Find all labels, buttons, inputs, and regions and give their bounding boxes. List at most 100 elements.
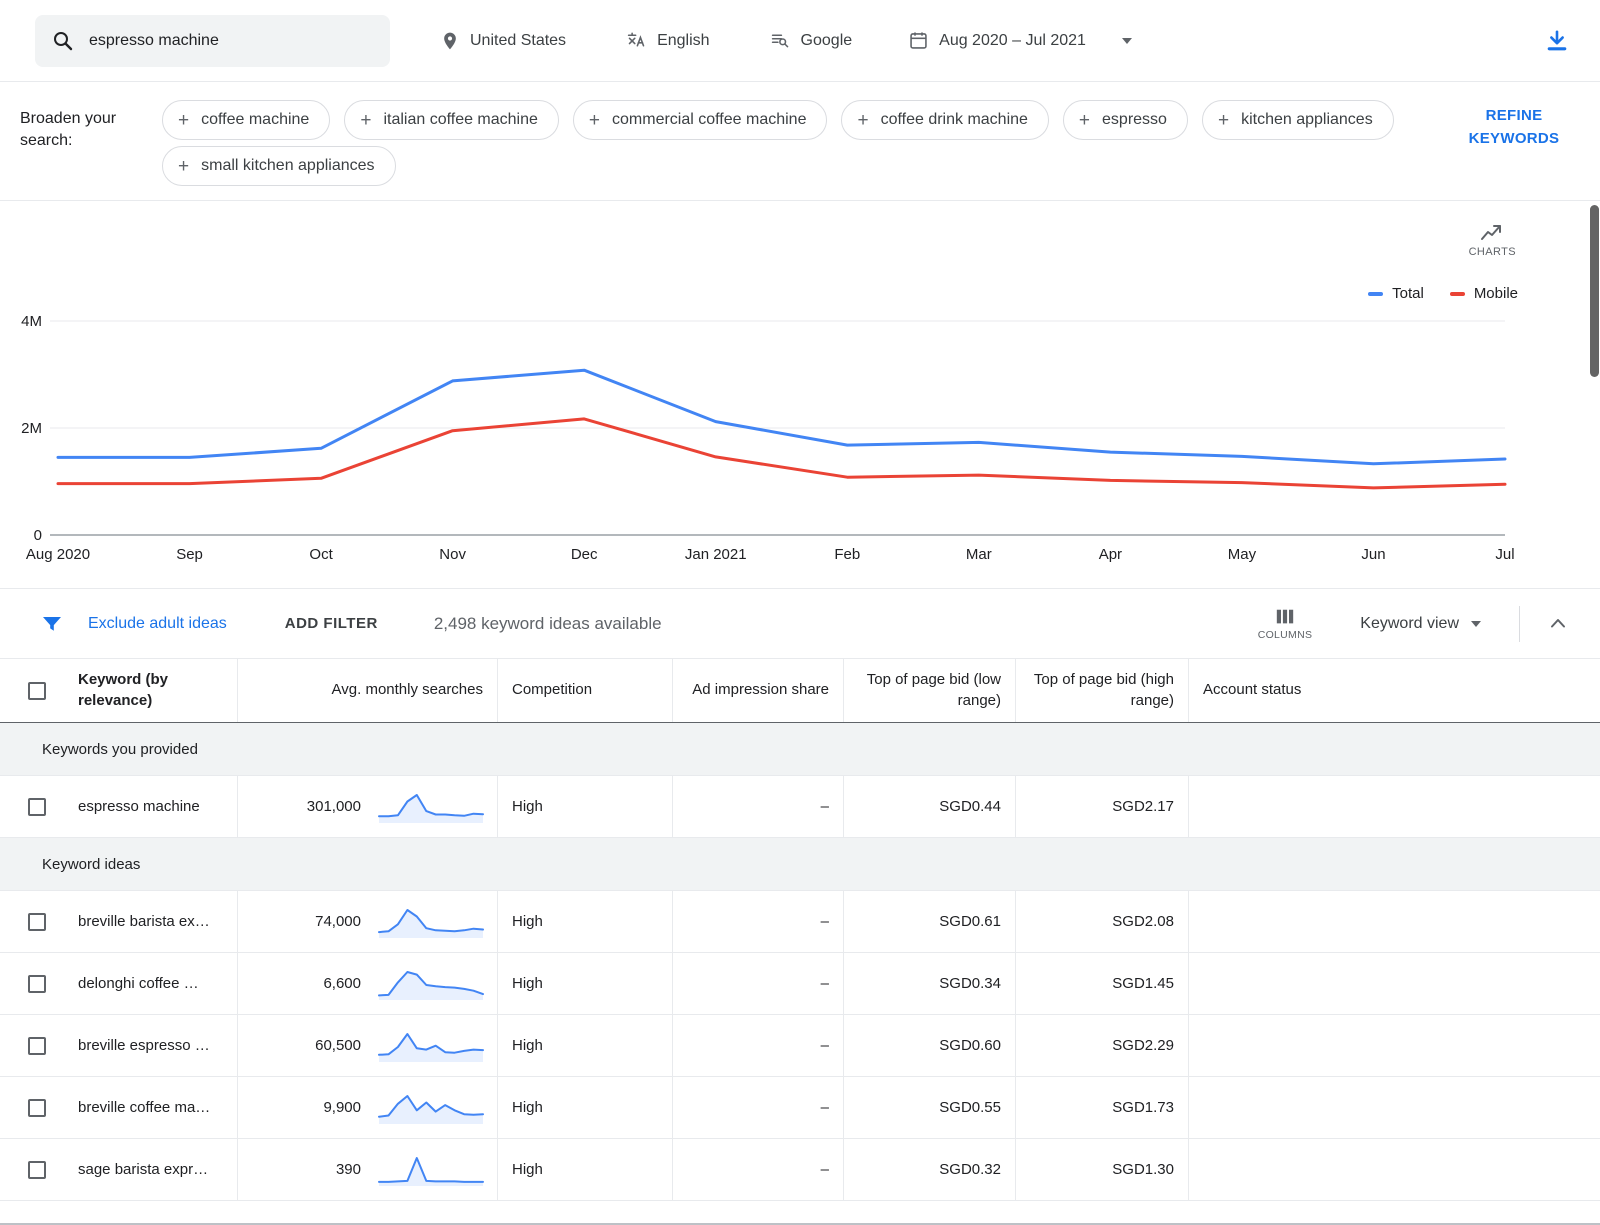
plus-icon: +: [360, 111, 371, 130]
ad-impression-cell: –: [672, 891, 843, 952]
keyword-table: Keyword (by relevance) Avg. monthly sear…: [0, 659, 1600, 1201]
translate-icon: [626, 30, 647, 51]
row-checkbox[interactable]: [28, 1161, 46, 1179]
svg-text:2M: 2M: [21, 420, 42, 437]
svg-text:Feb: Feb: [834, 546, 860, 563]
svg-text:Nov: Nov: [439, 546, 466, 563]
bid-low-cell: SGD0.60: [843, 1015, 1015, 1076]
refine-keywords-button[interactable]: REFINE KEYWORDS: [1458, 100, 1570, 151]
view-selector[interactable]: Keyword view: [1360, 615, 1481, 633]
language-value: English: [657, 32, 709, 50]
table-section-header: Keyword ideas: [0, 838, 1600, 891]
account-status-cell: [1188, 891, 1600, 952]
chevron-down-icon: [1471, 621, 1481, 627]
trend-arrow-icon: [1479, 221, 1505, 243]
bid-low-cell: SGD0.34: [843, 953, 1015, 1014]
search-network-icon: [770, 30, 791, 51]
row-checkbox[interactable]: [28, 975, 46, 993]
account-status-cell: [1188, 776, 1600, 837]
legend-swatch: [1368, 292, 1383, 296]
exclude-adult-ideas-link[interactable]: Exclude adult ideas: [88, 615, 227, 633]
keyword-cell: delonghi coffee …: [58, 953, 237, 1014]
collapse-button[interactable]: [1546, 612, 1570, 636]
search-icon: [51, 29, 75, 53]
charts-toggle-button[interactable]: CHARTS: [1469, 221, 1516, 258]
table-row: delonghi coffee …6,600High–SGD0.34SGD1.4…: [0, 953, 1600, 1015]
broaden-chips: +coffee machine +italian coffee machine +c…: [162, 100, 1440, 186]
keyword-table-body: Keywords you providedespresso machine301…: [0, 723, 1600, 1201]
row-checkbox[interactable]: [28, 1037, 46, 1055]
col-ad-impression-share: Ad impression share: [672, 659, 843, 722]
trend-sparkline: [375, 1088, 487, 1128]
download-button[interactable]: [1544, 28, 1570, 54]
columns-button[interactable]: COLUMNS: [1258, 607, 1313, 641]
legend-label: Mobile: [1474, 285, 1518, 302]
svg-text:Oct: Oct: [309, 546, 333, 563]
svg-text:Sep: Sep: [176, 546, 203, 563]
table-section-header: Keywords you provided: [0, 723, 1600, 776]
col-competition: Competition: [497, 659, 672, 722]
account-status-cell: [1188, 1015, 1600, 1076]
table-row: breville barista ex…74,000High–SGD0.61SG…: [0, 891, 1600, 953]
plus-icon: +: [1079, 111, 1090, 130]
charts-label: CHARTS: [1469, 246, 1516, 258]
legend-swatch: [1450, 292, 1465, 296]
broaden-chip[interactable]: +italian coffee machine: [344, 100, 559, 140]
location-selector[interactable]: United States: [440, 31, 566, 51]
svg-text:May: May: [1228, 546, 1257, 563]
bid-low-cell: SGD0.61: [843, 891, 1015, 952]
table-row: espresso machine301,000High–SGD0.44SGD2.…: [0, 776, 1600, 838]
legend-item-total[interactable]: Total: [1368, 285, 1424, 302]
broaden-chip[interactable]: +small kitchen appliances: [162, 146, 396, 186]
legend-item-mobile[interactable]: Mobile: [1450, 285, 1518, 302]
plus-icon: +: [178, 111, 189, 130]
add-filter-button[interactable]: ADD FILTER: [285, 615, 378, 632]
avg-searches-cell: 6,600: [237, 953, 497, 1014]
bid-high-cell: SGD2.08: [1015, 891, 1188, 952]
broaden-chip[interactable]: +coffee machine: [162, 100, 330, 140]
svg-text:Mar: Mar: [966, 546, 992, 563]
filter-funnel-icon[interactable]: [40, 612, 64, 636]
ad-impression-cell: –: [672, 1139, 843, 1200]
ad-impression-cell: –: [672, 953, 843, 1014]
broaden-chip[interactable]: +kitchen appliances: [1202, 100, 1394, 140]
ad-impression-cell: –: [672, 776, 843, 837]
date-range-selector[interactable]: Aug 2020 – Jul 2021: [908, 30, 1132, 51]
plus-icon: +: [857, 111, 868, 130]
bid-low-cell: SGD0.32: [843, 1139, 1015, 1200]
competition-cell: High: [497, 1015, 672, 1076]
select-all-checkbox[interactable]: [28, 682, 46, 700]
avg-searches-cell: 390: [237, 1139, 497, 1200]
svg-text:Dec: Dec: [571, 546, 598, 563]
chip-label: small kitchen appliances: [201, 157, 374, 175]
keyword-planner-app: United States English: [0, 0, 1600, 1201]
table-row: breville espresso …60,500High–SGD0.60SGD…: [0, 1015, 1600, 1077]
competition-cell: High: [497, 776, 672, 837]
keyword-search-box[interactable]: [35, 15, 390, 67]
row-checkbox[interactable]: [28, 1099, 46, 1117]
language-selector[interactable]: English: [626, 30, 709, 51]
row-checkbox[interactable]: [28, 913, 46, 931]
col-top-bid-low: Top of page bid (low range): [843, 659, 1015, 722]
avg-searches-cell: 301,000: [237, 776, 497, 837]
competition-cell: High: [497, 891, 672, 952]
bid-high-cell: SGD1.73: [1015, 1077, 1188, 1138]
trend-chart-svg: 02M4MAug 2020SepOctNovDecJan 2021FebMarA…: [0, 301, 1560, 591]
col-account-status: Account status: [1188, 659, 1600, 722]
ad-impression-cell: –: [672, 1015, 843, 1076]
broaden-chip[interactable]: +coffee drink machine: [841, 100, 1048, 140]
table-header-row: Keyword (by relevance) Avg. monthly sear…: [0, 659, 1600, 723]
competition-cell: High: [497, 1139, 672, 1200]
row-checkbox[interactable]: [28, 798, 46, 816]
filter-bar: Exclude adult ideas ADD FILTER 2,498 key…: [0, 589, 1600, 659]
network-selector[interactable]: Google: [770, 30, 853, 51]
trend-sparkline: [375, 902, 487, 942]
keyword-cell: breville coffee ma…: [58, 1077, 237, 1138]
broaden-chip[interactable]: +commercial coffee machine: [573, 100, 828, 140]
columns-label: COLUMNS: [1258, 629, 1313, 641]
avg-searches-cell: 74,000: [237, 891, 497, 952]
scrollbar[interactable]: [1590, 205, 1599, 377]
account-status-cell: [1188, 1139, 1600, 1200]
search-input[interactable]: [89, 32, 374, 50]
broaden-chip[interactable]: +espresso: [1063, 100, 1188, 140]
